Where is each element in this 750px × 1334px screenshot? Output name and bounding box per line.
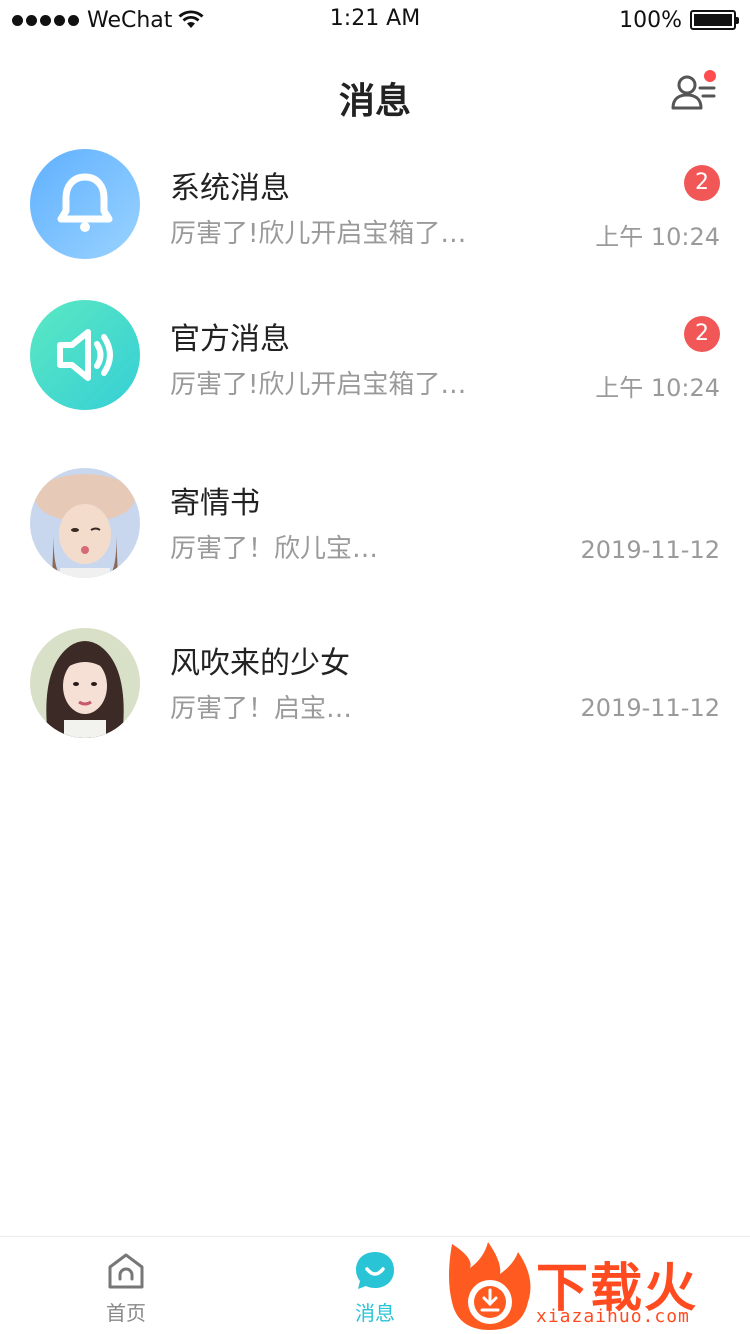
- page-title: 消息: [338, 81, 411, 122]
- message-preview: 厉害了！启宝…: [170, 694, 353, 724]
- nav-bar: 消息: [0, 60, 750, 130]
- message-title: 风吹来的少女: [170, 646, 350, 681]
- message-item-official[interactable]: 官方消息 厉害了!欣儿开启宝箱了… 2 上午 10:24: [0, 296, 750, 446]
- speaker-icon: [57, 329, 113, 381]
- status-right: 100%: [619, 6, 739, 34]
- unread-badge: 2: [684, 316, 720, 352]
- chat-bubble-icon: [356, 1252, 394, 1289]
- message-preview: 厉害了!欣儿开启宝箱了…: [170, 219, 467, 249]
- user-photo-icon: [30, 628, 140, 738]
- avatar: [30, 149, 140, 259]
- avatar: [30, 300, 140, 410]
- message-time: 上午 10:24: [595, 374, 720, 402]
- watermark-logo: 下载火 xiazaihuo.com: [444, 1238, 750, 1334]
- avatar: [30, 628, 140, 738]
- message-preview: 厉害了!欣儿开启宝箱了…: [170, 370, 467, 400]
- message-title: 寄情书: [170, 486, 260, 521]
- message-title: 官方消息: [170, 322, 290, 357]
- status-bar: WeChat 1:21 AM 100%: [0, 0, 750, 40]
- home-icon: [108, 1253, 144, 1289]
- message-time: 2019-11-12: [580, 694, 720, 722]
- watermark-url: xiazaihuo.com: [536, 1306, 690, 1327]
- message-item-user-1[interactable]: 寄情书 厉害了！欣儿宝… 2019-11-12: [0, 464, 750, 614]
- message-preview: 厉害了！欣儿宝…: [170, 534, 379, 564]
- user-photo-icon: [30, 468, 140, 578]
- battery-icon: [690, 10, 739, 30]
- notification-dot: [704, 70, 716, 82]
- message-item-system[interactable]: 系统消息 厉害了!欣儿开启宝箱了… 2 上午 10:24: [0, 145, 750, 295]
- contacts-button[interactable]: [670, 68, 720, 114]
- unread-badge: 2: [684, 165, 720, 201]
- message-time: 2019-11-12: [580, 536, 720, 564]
- battery-percent: 100%: [619, 7, 682, 33]
- tab-messages[interactable]: 消息: [315, 1249, 435, 1326]
- message-item-user-2[interactable]: 风吹来的少女 厉害了！启宝… 2019-11-12: [0, 624, 750, 774]
- message-time: 上午 10:24: [595, 223, 720, 251]
- tab-home[interactable]: 首页: [66, 1249, 186, 1326]
- tab-home-label: 首页: [106, 1301, 146, 1325]
- bell-icon: [57, 173, 113, 232]
- message-title: 系统消息: [170, 171, 290, 206]
- avatar: [30, 468, 140, 578]
- flame-logo-icon: [449, 1242, 531, 1330]
- tab-messages-label: 消息: [355, 1301, 395, 1325]
